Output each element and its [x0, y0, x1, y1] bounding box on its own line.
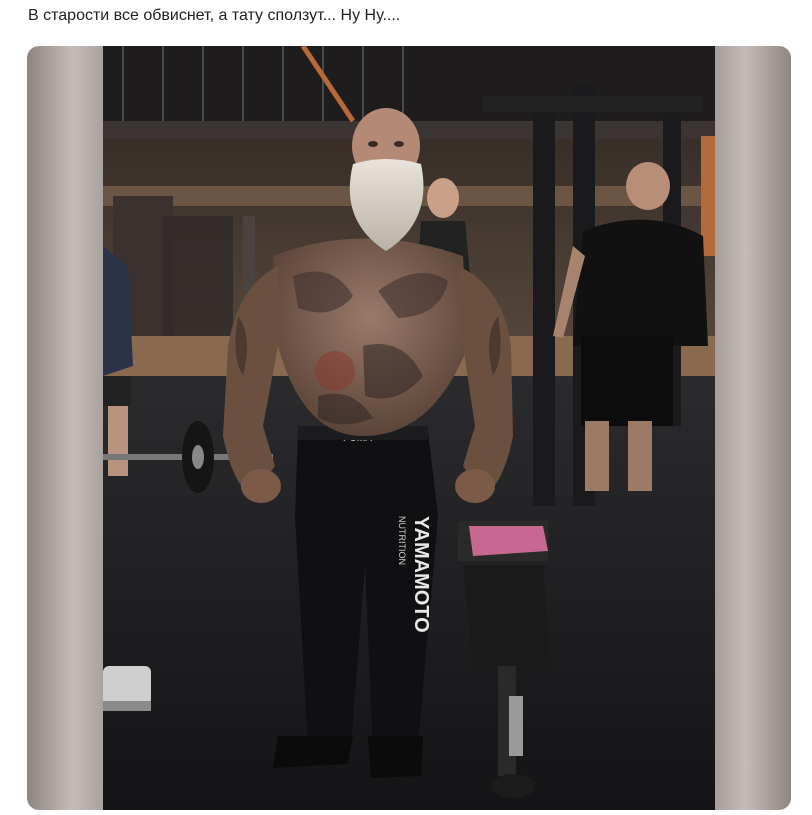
- post-photo-container[interactable]: YAMAMOTO NUTRITION PUMA: [27, 46, 791, 810]
- pants-brand-text: YAMAMOTO: [410, 516, 432, 633]
- gym-bodybuilder-photo[interactable]: YAMAMOTO NUTRITION PUMA: [103, 46, 715, 810]
- post-text: В старости все обвиснет, а тату сползут.…: [28, 7, 401, 24]
- pants-sub-text: NUTRITION: [397, 516, 407, 565]
